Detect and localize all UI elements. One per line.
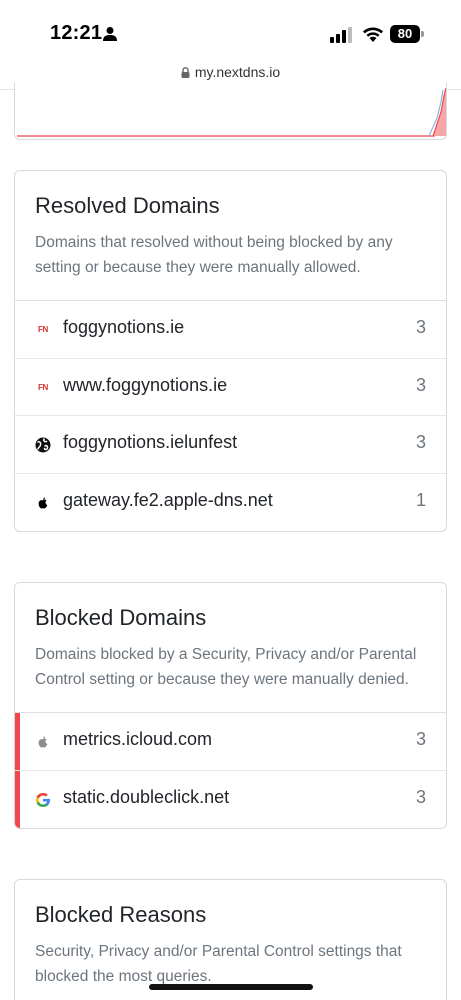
domain-count: 3 bbox=[415, 317, 426, 337]
person-icon bbox=[103, 27, 117, 41]
home-indicator[interactable] bbox=[149, 984, 313, 990]
domain-count: 3 bbox=[415, 374, 426, 395]
blocked-reasons-description: Security, Privacy and/or Parental Contro… bbox=[35, 943, 402, 985]
queries-chart bbox=[17, 87, 446, 137]
blocked-reasons-header: Blocked Reasons Security, Privacy and/or… bbox=[15, 880, 446, 1000]
blocked-domains-card: Blocked Domains Domains blocked by a Sec… bbox=[14, 582, 447, 829]
site-favicon-icon: FN bbox=[37, 382, 49, 392]
domain-name: foggynotions.ie bbox=[63, 317, 185, 337]
blocked-domains-list: metrics.icloud.com 3 static.doubleclick.… bbox=[15, 713, 446, 828]
cellular-signal-icon bbox=[330, 27, 352, 43]
blocked-domains-header: Blocked Domains Domains blocked by a Sec… bbox=[15, 583, 446, 713]
battery-indicator: 80 bbox=[390, 25, 424, 43]
blocked-reasons-card: Blocked Reasons Security, Privacy and/or… bbox=[14, 879, 447, 1000]
resolved-domains-description: Domains that resolved without being bloc… bbox=[35, 234, 393, 276]
domain-count: 1 bbox=[415, 489, 426, 510]
domain-row[interactable]: FN www.foggynotions.ie 3 bbox=[15, 359, 446, 416]
domain-name: gateway.fe2.apple-dns.net bbox=[63, 489, 273, 510]
domain-count: 3 bbox=[415, 432, 426, 452]
domain-row[interactable]: gateway.fe2.apple-dns.net 1 bbox=[15, 474, 446, 532]
blocked-domain-row[interactable]: metrics.icloud.com 3 bbox=[15, 713, 446, 771]
resolved-domains-card: Resolved Domains Domains that resolved w… bbox=[14, 170, 447, 532]
lock-icon bbox=[181, 67, 190, 78]
site-favicon-icon: FN bbox=[37, 325, 49, 334]
blocked-domains-description: Domains blocked by a Security, Privacy a… bbox=[35, 646, 417, 688]
globe-icon bbox=[35, 437, 51, 453]
blocked-domain-row[interactable]: static.doubleclick.net 3 bbox=[15, 770, 446, 829]
blocked-domains-title: Blocked Domains bbox=[35, 605, 207, 630]
domain-row[interactable]: foggynotions.ielunfest 3 bbox=[15, 416, 446, 474]
domain-name: static.doubleclick.net bbox=[63, 786, 230, 807]
url-text: my.nextdns.io bbox=[194, 64, 281, 80]
status-bar: 12:21 80 bbox=[0, 0, 461, 60]
domain-row[interactable]: FN foggynotions.ie 3 bbox=[15, 301, 446, 359]
apple-icon bbox=[38, 736, 48, 748]
domain-count: 3 bbox=[415, 729, 426, 749]
apple-icon bbox=[38, 496, 48, 508]
status-time: 12:21 bbox=[50, 22, 103, 44]
battery-tip bbox=[421, 31, 424, 37]
battery-level: 80 bbox=[390, 25, 420, 43]
domain-count: 3 bbox=[415, 786, 426, 807]
queries-chart-card bbox=[14, 82, 447, 140]
resolved-domains-header: Resolved Domains Domains that resolved w… bbox=[15, 171, 446, 301]
google-icon bbox=[36, 792, 50, 807]
domain-name: www.foggynotions.ie bbox=[63, 374, 228, 395]
resolved-domains-list: FN foggynotions.ie 3 FN www.foggynotions… bbox=[15, 301, 446, 531]
blocked-reasons-title: Blocked Reasons bbox=[35, 902, 207, 927]
resolved-domains-title: Resolved Domains bbox=[35, 193, 220, 218]
wifi-icon bbox=[363, 27, 383, 42]
domain-name: metrics.icloud.com bbox=[63, 729, 213, 749]
domain-name: foggynotions.ielunfest bbox=[63, 432, 238, 452]
